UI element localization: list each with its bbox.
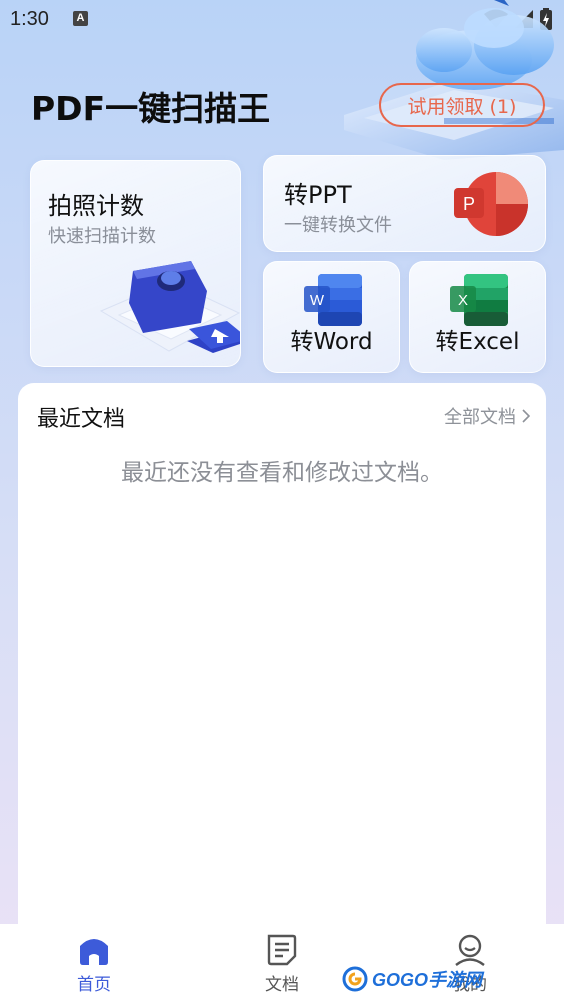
status-time: 1:30: [10, 8, 49, 30]
excel-letter: X: [458, 292, 468, 309]
watermark-text: GOGO手游网: [372, 970, 483, 990]
word-letter: W: [310, 292, 325, 309]
convert-excel-card[interactable]: X 转Excel: [409, 261, 546, 373]
convert-ppt-subtitle: 一键转换文件: [284, 215, 392, 236]
nav-documents-label: 文档: [265, 975, 299, 995]
excel-icon: X: [450, 274, 508, 326]
document-icon: [267, 934, 297, 966]
nav-documents[interactable]: 文档: [242, 934, 322, 995]
photo-count-subtitle: 快速扫描计数: [48, 226, 156, 247]
home-icon: [80, 939, 108, 965]
chevron-right-icon: [522, 409, 530, 423]
gogo-watermark-logo: GOGO手游网: [342, 966, 482, 992]
word-icon: W: [304, 274, 362, 326]
powerpoint-letter: P: [463, 194, 475, 214]
notification-a-icon: A: [73, 11, 88, 26]
camera-scan-icon: [99, 261, 240, 353]
recent-documents-title: 最近文档: [37, 407, 126, 432]
convert-ppt-card[interactable]: 转PPT 一键转换文件 P: [263, 155, 546, 252]
convert-ppt-title: 转PPT: [284, 181, 352, 209]
powerpoint-icon: P: [454, 172, 528, 236]
convert-word-card[interactable]: W 转Word: [263, 261, 400, 373]
gogo-logo-icon: [342, 966, 368, 992]
bottom-navigation: 首页 文档 我的: [0, 924, 564, 1004]
empty-state-text: 最近还没有查看和修改过文档。: [121, 460, 443, 486]
photo-count-card[interactable]: 拍照计数 快速扫描计数: [30, 160, 241, 367]
user-icon: [455, 934, 485, 966]
nav-home[interactable]: 首页: [54, 934, 134, 995]
convert-word-label: 转Word: [290, 329, 373, 355]
cloud-server-illustration: [344, 0, 564, 160]
convert-excel-label: 转Excel: [435, 329, 520, 355]
all-documents-link[interactable]: 全部文档: [444, 403, 530, 429]
recent-documents-panel: 最近文档 全部文档 最近还没有查看和修改过文档。: [18, 383, 546, 943]
all-documents-label: 全部文档: [444, 407, 516, 428]
trial-claim-button[interactable]: 试用领取 (1): [379, 83, 545, 127]
app-title: PDF一键扫描王: [31, 89, 271, 128]
photo-count-title: 拍照计数: [48, 192, 144, 220]
nav-home-label: 首页: [77, 975, 111, 995]
